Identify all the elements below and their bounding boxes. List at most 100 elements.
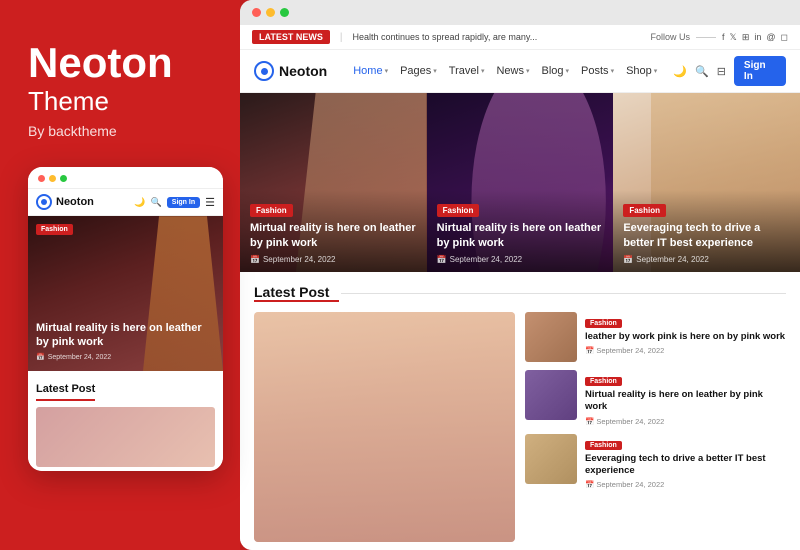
ticker-separator: | (340, 32, 343, 43)
search-icon[interactable]: 🔍 (151, 197, 162, 208)
mini-cal-1: 📅 (585, 346, 594, 355)
social-icons: f 𝕏 ⊞ in @ ◻ (722, 32, 788, 43)
hero-badge-1: Fashion (250, 204, 293, 217)
main-nav: Neoton Home ▾ Pages ▾ Travel ▾ News ▾ Bl… (240, 50, 800, 93)
posts-chevron: ▾ (611, 67, 615, 75)
linkedin-icon[interactable]: in (754, 32, 761, 42)
mini-cal-2: 📅 (585, 417, 594, 426)
nav-shop[interactable]: Shop ▾ (626, 65, 657, 77)
follow-us: Follow Us f 𝕏 ⊞ in @ ◻ (651, 32, 788, 43)
mobile-mockup: Neoton 🌙 🔍 Sign In ☰ Fashion Mirtual rea… (28, 167, 223, 471)
brand-subtitle: Theme (28, 86, 212, 117)
browser-panel: LATEST NEWS | Health continues to spread… (240, 0, 800, 550)
hero-grid: Fashion Mirtual reality is here on leath… (240, 93, 800, 272)
nav-bookmark-icon[interactable]: ⊟ (717, 65, 726, 78)
facebook-icon[interactable]: f (722, 32, 725, 42)
instagram-icon[interactable]: ◻ (781, 32, 788, 43)
mobile-hero: Fashion Mirtual reality is here on leath… (28, 216, 223, 371)
mobile-hero-text: Mirtual reality is here on leather by pi… (36, 321, 215, 362)
brand-title: Neoton (28, 40, 212, 86)
browser-content: LATEST NEWS | Health continues to spread… (240, 25, 800, 550)
nav-right: 🌙 🔍 ⊟ Sign In (673, 56, 786, 86)
mini-post-info-2: Fashion Nirtual reality is here on leath… (585, 370, 786, 426)
hero-date-3: 📅 September 24, 2022 (623, 255, 790, 264)
hero-overlay-2: Fashion Nirtual reality is here on leath… (427, 190, 614, 272)
pages-chevron: ▾ (433, 67, 437, 75)
mobile-latest-title: Latest Post (36, 383, 95, 401)
hamburger-icon[interactable]: ☰ (205, 196, 215, 209)
mini-post-3[interactable]: Fashion Eeveraging tech to drive a bette… (525, 434, 786, 490)
calendar-icon-2: 📅 (437, 255, 447, 264)
browser-dot-green (280, 8, 289, 17)
hero-card-1[interactable]: Fashion Mirtual reality is here on leath… (240, 93, 427, 272)
nav-logo[interactable]: Neoton (254, 61, 327, 81)
big-post-person (254, 312, 515, 542)
nav-pages[interactable]: Pages ▾ (400, 65, 437, 77)
home-chevron: ▾ (385, 67, 389, 75)
mini-post-img-3 (525, 434, 577, 484)
rss-icon[interactable]: ⊞ (742, 32, 750, 43)
hero-card-2[interactable]: Fashion Nirtual reality is here on leath… (427, 93, 614, 272)
follow-divider (696, 37, 716, 38)
nav-posts[interactable]: Posts ▾ (581, 65, 614, 77)
mobile-logo-icon (36, 194, 52, 210)
news-ticker: LATEST NEWS | Health continues to spread… (240, 25, 800, 50)
hero-date-2: 📅 September 24, 2022 (437, 255, 604, 264)
mobile-dot-green (60, 175, 67, 182)
follow-label: Follow Us (651, 32, 691, 42)
hero-card-3[interactable]: Fashion Eeveraging tech to drive a bette… (613, 93, 800, 272)
latest-header: Latest Post (254, 284, 786, 302)
hero-badge-3: Fashion (623, 204, 666, 217)
mobile-logo: Neoton (36, 194, 94, 210)
hero-overlay-1: Fashion Mirtual reality is here on leath… (240, 190, 427, 272)
nav-logo-text: Neoton (279, 63, 327, 79)
hero-title-3: Eeveraging tech to drive a better IT bes… (623, 221, 790, 251)
mobile-top-bar (28, 167, 223, 189)
nav-blog[interactable]: Blog ▾ (542, 65, 570, 77)
news-chevron: ▾ (526, 67, 530, 75)
twitter-icon[interactable]: 𝕏 (730, 32, 737, 43)
mini-post-img-1 (525, 312, 577, 362)
nav-search-icon[interactable]: 🔍 (695, 65, 709, 78)
brand-by: By backtheme (28, 123, 212, 139)
nav-home[interactable]: Home ▾ (353, 65, 388, 77)
ticker-label: LATEST NEWS (252, 30, 330, 44)
nav-news[interactable]: News ▾ (496, 65, 529, 77)
mini-title-2: Nirtual reality is here on leather by pi… (585, 389, 786, 414)
hero-date-1: 📅 September 24, 2022 (250, 255, 417, 264)
calendar-icon-3: 📅 (623, 255, 633, 264)
latest-title: Latest Post (254, 284, 339, 302)
browser-window-dots (252, 8, 289, 17)
mini-badge-2: Fashion (585, 377, 622, 386)
mobile-window-dots (38, 175, 67, 182)
hero-overlay-3: Fashion Eeveraging tech to drive a bette… (613, 190, 800, 272)
mini-post-2[interactable]: Fashion Nirtual reality is here on leath… (525, 370, 786, 426)
dark-mode-icon[interactable]: 🌙 (673, 65, 687, 78)
nav-travel[interactable]: Travel ▾ (449, 65, 485, 77)
email-icon[interactable]: @ (766, 32, 775, 42)
nav-sign-in-button[interactable]: Sign In (734, 56, 786, 86)
mobile-nav-icons: 🌙 🔍 Sign In ☰ (134, 196, 215, 209)
mobile-logo-text: Neoton (56, 196, 94, 208)
mobile-sign-in-button[interactable]: Sign In (167, 197, 200, 208)
mini-post-1[interactable]: Fashion leather by work pink is here on … (525, 312, 786, 362)
hero-title-2: Nirtual reality is here on leather by pi… (437, 221, 604, 251)
mini-date-2: 📅 September 24, 2022 (585, 417, 786, 426)
mobile-nav: Neoton 🌙 🔍 Sign In ☰ (28, 189, 223, 216)
big-post[interactable] (254, 312, 515, 542)
right-posts: Fashion leather by work pink is here on … (525, 312, 786, 542)
mobile-dot-yellow (49, 175, 56, 182)
moon-icon: 🌙 (134, 197, 145, 208)
mobile-latest-section: Latest Post (28, 371, 223, 471)
browser-dot-red (252, 8, 261, 17)
mini-badge-1: Fashion (585, 319, 622, 328)
latest-section: Latest Post Fashion leather by work pink… (240, 272, 800, 550)
mini-cal-3: 📅 (585, 480, 594, 489)
browser-top-bar (240, 0, 800, 25)
shop-chevron: ▾ (654, 67, 658, 75)
left-panel: Neoton Theme By backtheme Neoton 🌙 🔍 S (0, 0, 240, 550)
calendar-icon-1: 📅 (250, 255, 260, 264)
travel-chevron: ▾ (481, 67, 485, 75)
mini-date-3: 📅 September 24, 2022 (585, 480, 786, 489)
mini-post-info-1: Fashion leather by work pink is here on … (585, 312, 786, 355)
